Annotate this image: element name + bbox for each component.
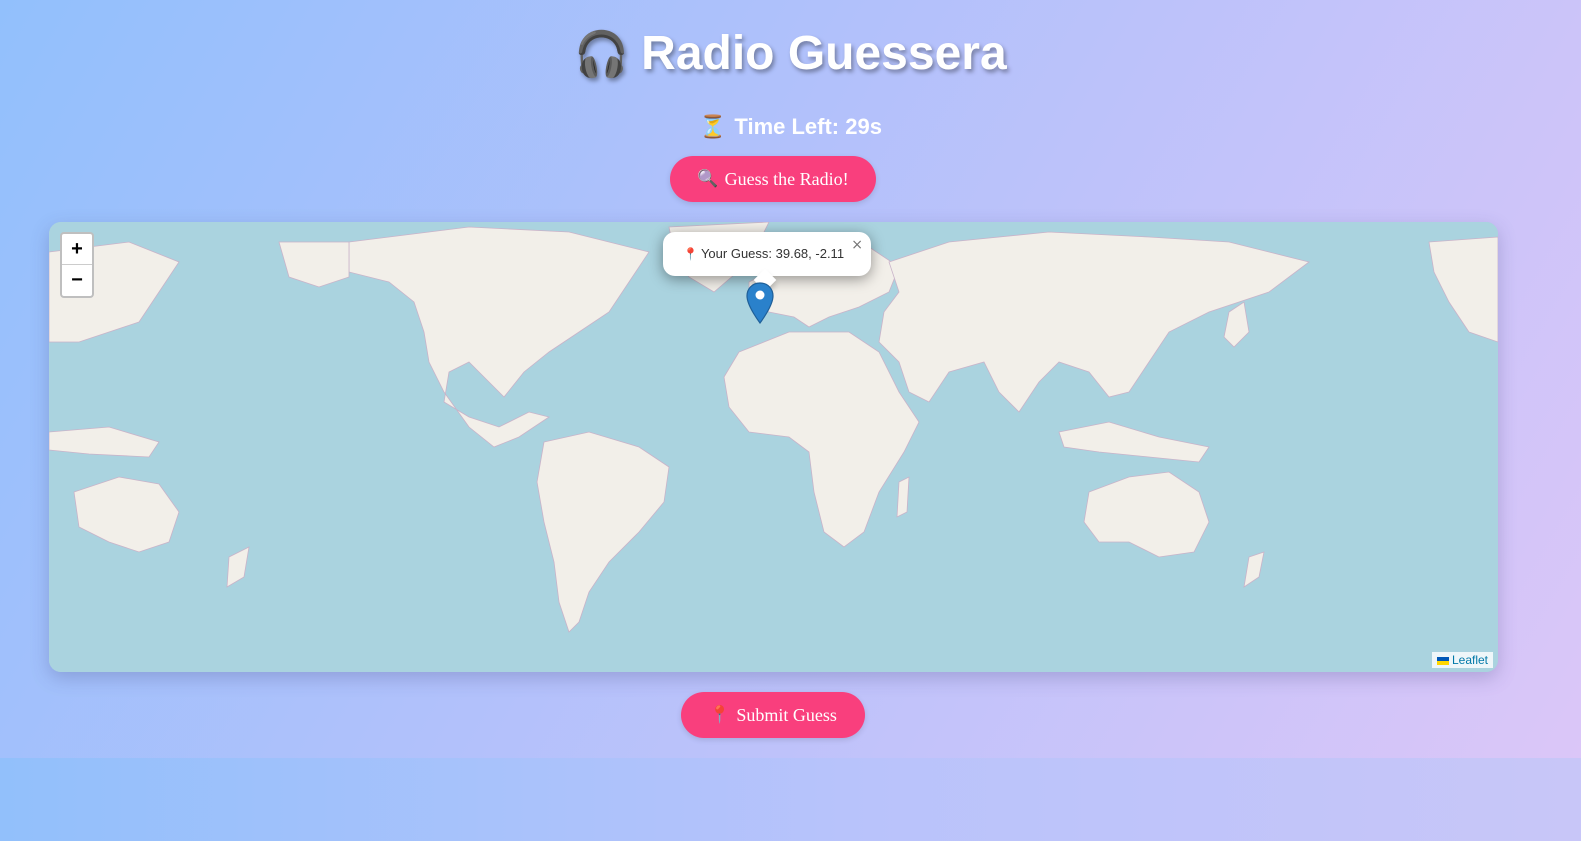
zoom-out-button[interactable]: − <box>62 265 92 295</box>
guess-radio-button[interactable]: 🔍 Guess the Radio! <box>670 156 876 202</box>
app-title-text: Radio Guessera <box>641 27 1007 80</box>
ukraine-flag-icon <box>1436 656 1449 665</box>
pin-icon: 📍 <box>709 705 731 725</box>
timer-text: Time Left: 29s <box>734 114 882 139</box>
map-attribution[interactable]: Leaflet <box>1431 652 1493 668</box>
map-marker-icon[interactable] <box>746 282 774 324</box>
magnifier-icon: 🔍 <box>697 169 719 189</box>
world-map[interactable]: + − 📍 Your Guess: 39.68, -2.11 × Leaflet <box>49 222 1498 672</box>
madagascar-landmass <box>896 476 910 518</box>
page-title: 🎧 Radio Guessera <box>0 24 1581 85</box>
guess-radio-label: Guess the Radio! <box>724 168 849 189</box>
submit-guess-label: Submit Guess <box>736 704 837 725</box>
pin-icon: 📍 <box>683 247 698 261</box>
page-footer-area <box>0 758 1581 841</box>
guess-popup: 📍 Your Guess: 39.68, -2.11 × <box>663 232 871 292</box>
popup-content: 📍 Your Guess: 39.68, -2.11 <box>683 246 844 261</box>
hourglass-icon: ⏳ <box>699 115 727 140</box>
zoom-in-button[interactable]: + <box>62 234 92 265</box>
popup-text: Your Guess: 39.68, -2.11 <box>700 246 845 261</box>
headphones-icon: 🎧 <box>574 29 630 80</box>
attribution-link[interactable]: Leaflet <box>1452 653 1488 667</box>
zoom-control: + − <box>60 232 94 298</box>
popup-close-button[interactable]: × <box>851 237 863 253</box>
timer: ⏳ Time Left: 29s <box>0 112 1581 143</box>
submit-guess-button[interactable]: 📍 Submit Guess <box>681 692 865 738</box>
